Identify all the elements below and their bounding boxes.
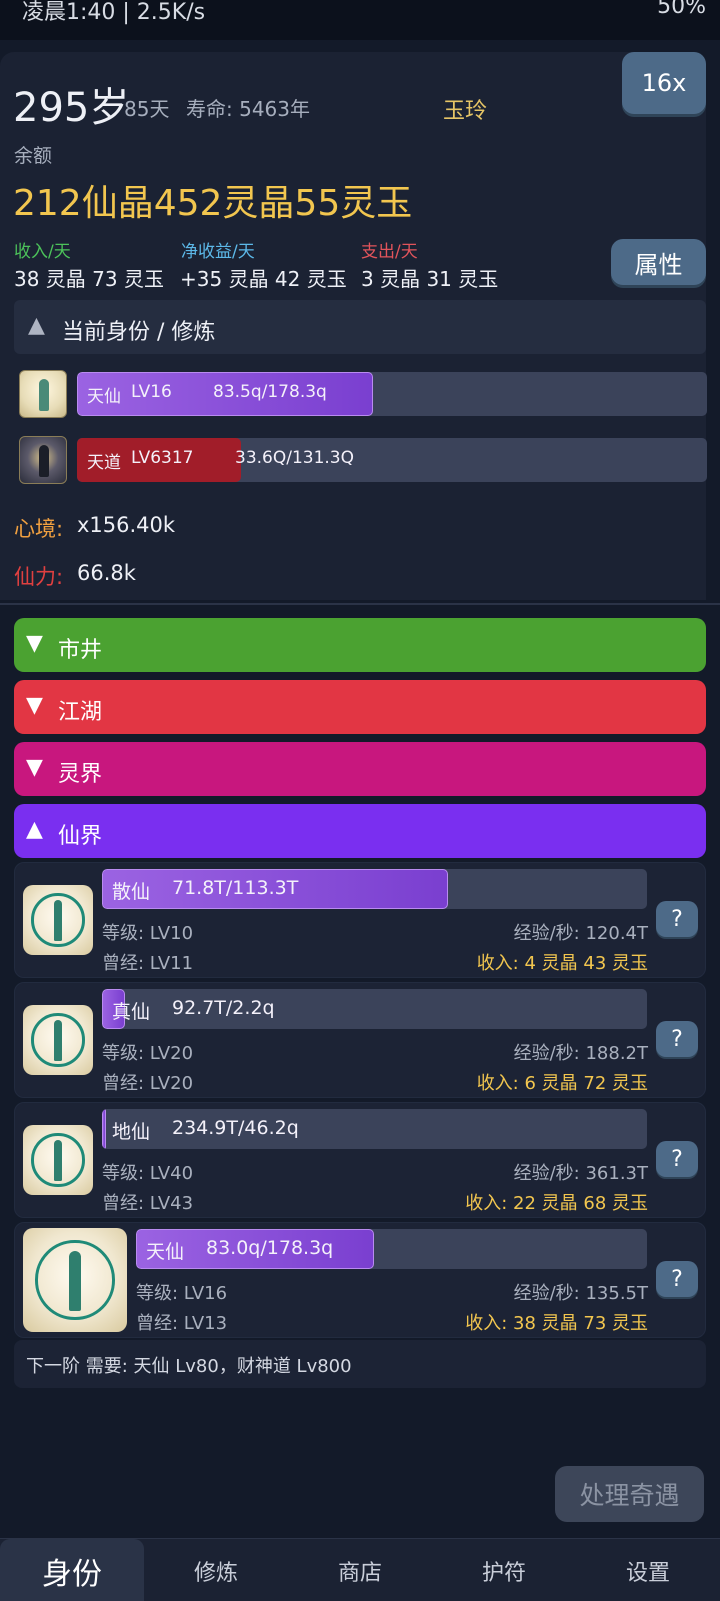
zhenxian-portrait [23,1005,93,1075]
nav-tab-settings[interactable]: 设置 [576,1539,720,1601]
speed-button[interactable]: 16x [622,52,706,114]
sanxian-portrait [23,885,93,955]
tier-exp-rate: 经验/秒: 135.5T [513,1283,648,1304]
next-tier-requirement: 下一阶 需要: 天仙 Lv80，财神道 Lv800 [14,1340,706,1388]
tier-progress-bar: 天仙 83.0q/178.3q [136,1229,647,1269]
mood-label: 心境: [14,517,64,541]
tier-progress: 83.0q/178.3q [206,1237,334,1259]
character-days: 85天 [124,97,170,121]
tier-income: 收入: 4 灵晶 43 灵玉 [476,953,648,974]
battery-level: 50% [657,0,706,19]
tier-name: 散仙 [112,881,151,903]
bottom-navigation: 身份 修炼 商店 护符 设置 [0,1538,720,1601]
tier-exp-rate: 经验/秒: 188.2T [513,1043,648,1064]
tier-card-zhenxian: 真仙 92.7T/2.2q 等级: LV20 曾经: LV20 经验/秒: 18… [14,982,706,1098]
realm-header-shijing[interactable]: ▼ 市井 [14,618,706,672]
dixian-portrait [23,1125,93,1195]
tianxian-avatar-icon [19,370,67,418]
tier-income: 收入: 38 灵晶 73 灵玉 [465,1313,648,1334]
tier-exp-rate: 经验/秒: 120.4T [513,923,648,944]
next-tier-requirement-text: 下一阶 需要: 天仙 Lv80，财神道 Lv800 [26,1356,352,1377]
character-age: 295岁 [13,85,130,131]
tier-progress-bar: 地仙 234.9T/46.2q [102,1109,647,1149]
identity-name: 天仙 [87,387,121,407]
balance-label: 余额 [14,145,53,167]
realm-label: 市井 [58,638,103,663]
collapse-up-icon: ▲ [26,817,43,842]
realm-header-jianghu[interactable]: ▼ 江湖 [14,680,706,734]
nav-tab-shop[interactable]: 商店 [288,1539,432,1601]
tiandao-avatar-icon [19,436,67,484]
identity-row-tianxian: 天仙 LV16 83.5q/178.3q [14,370,707,422]
net-income-value: +35 灵晶 42 灵玉 [180,267,347,291]
help-button[interactable]: ? [656,1141,698,1177]
nav-tab-talisman[interactable]: 护符 [432,1539,576,1601]
identity-section-title: 当前身份 / 修炼 [62,320,216,345]
tianxian-portrait [23,1228,127,1332]
tier-progress-bar: 散仙 71.8T/113.3T [102,869,647,909]
identity-progress-bar: 天道 LV6317 33.6Q/131.3Q [77,438,707,482]
expense-label: 支出/天 [361,242,418,262]
tier-income: 收入: 6 灵晶 72 灵玉 [476,1073,648,1094]
nav-tab-cultivation[interactable]: 修炼 [144,1539,288,1601]
tier-name: 天仙 [146,1241,185,1263]
power-value: 66.8k [77,561,136,585]
identity-progress: 83.5q/178.3q [213,382,327,402]
tier-name: 真仙 [112,1001,151,1023]
realm-label: 灵界 [58,762,103,787]
tier-past-level: 曾经: LV13 [136,1313,228,1334]
section-divider [0,603,720,605]
expand-down-icon: ▼ [26,631,43,656]
expense-value: 3 灵晶 31 灵玉 [361,267,499,291]
handle-event-button[interactable]: 处理奇遇 [555,1466,704,1522]
status-time: 凌晨1:40 | 2.5K/s [22,0,206,25]
realm-header-xianjie[interactable]: ▲ 仙界 [14,804,706,858]
identity-level: LV16 [131,382,172,402]
identity-level: LV6317 [131,448,194,468]
nav-tab-identity[interactable]: 身份 [0,1539,144,1601]
balance-value: 212仙晶452灵晶55灵玉 [13,183,413,224]
income-value: 38 灵晶 73 灵玉 [14,267,164,291]
character-lifespan: 寿命: 5463年 [186,97,310,121]
status-bar: 凌晨1:40 | 2.5K/s 50% [0,0,720,40]
identity-section-header[interactable]: ▲ 当前身份 / 修炼 [14,300,706,354]
attributes-button[interactable]: 属性 [611,239,706,285]
tier-card-sanxian: 散仙 71.8T/113.3T 等级: LV10 曾经: LV11 经验/秒: … [14,862,706,978]
tier-progress: 234.9T/46.2q [172,1117,299,1139]
realm-header-lingjie[interactable]: ▼ 灵界 [14,742,706,796]
net-income-label: 净收益/天 [181,242,255,262]
tier-income: 收入: 22 灵晶 68 灵玉 [465,1193,648,1214]
help-button[interactable]: ? [656,1021,698,1057]
tier-level: 等级: LV16 [136,1283,228,1304]
collapse-up-icon: ▲ [28,313,45,338]
tier-past-level: 曾经: LV43 [102,1193,194,1214]
power-label: 仙力: [14,565,64,589]
income-label: 收入/天 [14,242,71,262]
realm-label: 仙界 [58,824,103,849]
tier-level: 等级: LV10 [102,923,194,944]
character-name: 玉玲 [443,99,488,124]
tier-past-level: 曾经: LV11 [102,953,194,974]
help-button[interactable]: ? [656,901,698,937]
tier-level: 等级: LV20 [102,1043,194,1064]
progress-fill [102,1109,107,1149]
identity-row-tiandao: 天道 LV6317 33.6Q/131.3Q [14,436,707,488]
tier-card-dixian: 地仙 234.9T/46.2q 等级: LV40 曾经: LV43 经验/秒: … [14,1102,706,1218]
identity-progress: 33.6Q/131.3Q [235,448,355,468]
mood-value: x156.40k [77,513,176,537]
expand-down-icon: ▼ [26,693,43,718]
tier-name: 地仙 [112,1121,151,1143]
realm-label: 江湖 [58,700,103,725]
identity-name: 天道 [87,453,121,473]
tier-progress: 92.7T/2.2q [172,997,275,1019]
tier-exp-rate: 经验/秒: 361.3T [513,1163,648,1184]
tier-past-level: 曾经: LV20 [102,1073,194,1094]
tier-progress: 71.8T/113.3T [172,877,299,899]
tier-progress-bar: 真仙 92.7T/2.2q [102,989,647,1029]
identity-progress-bar: 天仙 LV16 83.5q/178.3q [77,372,707,416]
help-button[interactable]: ? [656,1261,698,1297]
expand-down-icon: ▼ [26,755,43,780]
tier-card-tianxian: 天仙 83.0q/178.3q 等级: LV16 曾经: LV13 经验/秒: … [14,1222,706,1338]
tier-level: 等级: LV40 [102,1163,194,1184]
